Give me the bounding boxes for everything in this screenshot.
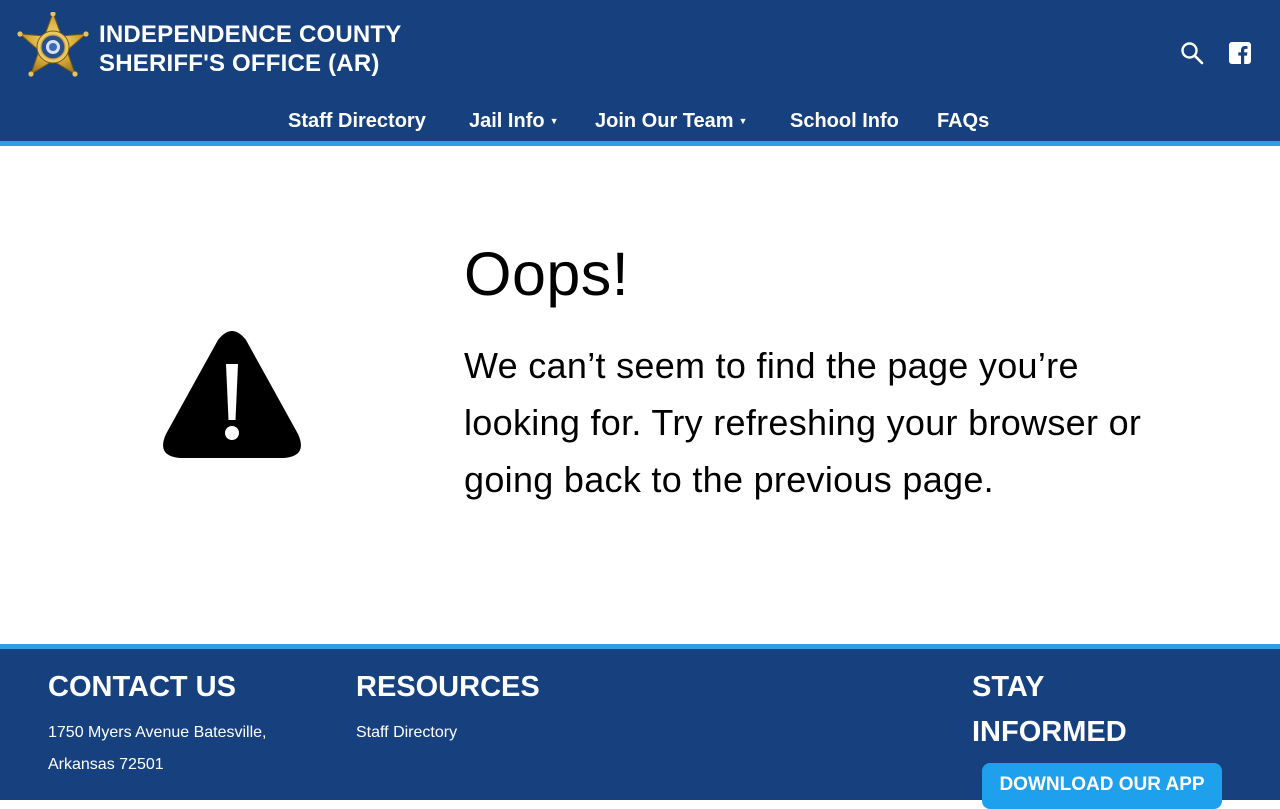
download-app-button[interactable]: DOWNLOAD OUR APP [982,763,1222,809]
nav-item-staff-directory[interactable]: Staff Directory [288,104,426,138]
error-message: We can’t seem to find the page you’re lo… [464,345,1142,500]
address-line1: 1750 Myers Avenue Batesville, [48,724,267,741]
site-title[interactable]: INDEPENDENCE COUNTY SHERIFF'S OFFICE (AR… [99,20,402,78]
nav-item-label: School Info [790,110,899,132]
error-heading: Oops! [464,240,630,308]
nav-item-school-info[interactable]: School Info [790,104,899,138]
main-nav: Staff Directory Jail Info ▼ Join Our Team… [0,104,1280,138]
contact-phone-clipped[interactable] [48,791,168,800]
warning-triangle-icon [163,331,301,458]
contact-address: 1750 Myers Avenue Batesville, Arkansas 7… [48,717,267,781]
nav-item-jail-info[interactable]: Jail Info ▼ [469,104,559,138]
sheriff-star-badge-icon[interactable] [14,12,92,88]
nav-item-label: Jail Info [469,110,545,132]
nav-item-label: Staff Directory [288,110,426,132]
stay-informed-heading: STAY INFORMED [972,665,1172,755]
stay-heading-line1: STAY [972,671,1045,703]
facebook-icon[interactable] [1227,40,1253,66]
nav-item-label: Join Our Team [595,110,734,132]
stay-heading-line2: INFORMED [972,716,1127,748]
site-title-line1: INDEPENDENCE COUNTY [99,21,402,48]
address-line2: Arkansas 72501 [48,756,164,773]
resources-heading: RESOURCES [356,671,540,703]
search-icon[interactable] [1179,40,1205,66]
resources-link-staff-directory[interactable]: Staff Directory [356,717,457,749]
caret-down-icon: ▼ [549,116,559,126]
nav-item-label: FAQs [937,110,990,132]
site-title-line2: SHERIFF'S OFFICE (AR) [99,50,380,77]
header-divider [0,141,1280,146]
contact-heading: CONTACT US [48,671,236,703]
nav-item-join-our-team[interactable]: Join Our Team ▼ [595,104,747,138]
site-footer: CONTACT US 1750 Myers Avenue Batesville,… [0,649,1280,809]
caret-down-icon: ▼ [738,116,748,126]
site-header: INDEPENDENCE COUNTY SHERIFF'S OFFICE (AR… [0,0,1280,141]
nav-item-faqs[interactable]: FAQs [937,104,989,138]
